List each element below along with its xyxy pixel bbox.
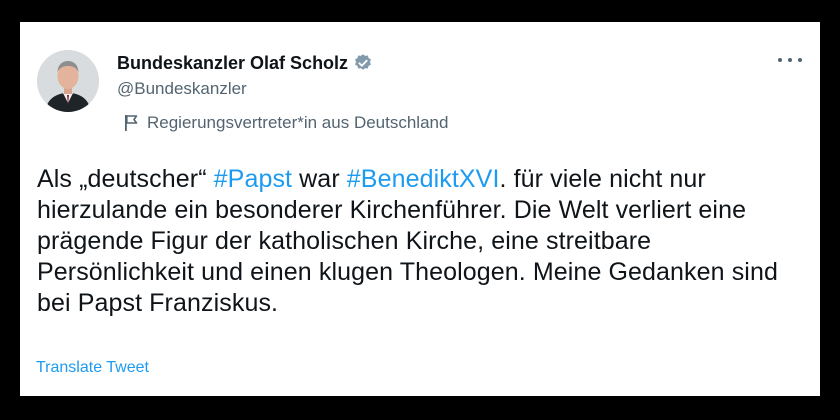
translate-tweet-link[interactable]: Translate Tweet [36,359,149,377]
more-options-icon[interactable] [778,52,802,68]
tweet-text-segment: Als „deutscher“ [37,165,214,193]
hashtag-link[interactable]: #Papst [214,165,292,193]
verified-badge-icon [353,53,373,73]
more-dot [798,58,802,62]
author-name-row: Bundeskanzler Olaf Scholz [117,51,373,75]
hashtag-link[interactable]: #BenediktXVI [347,165,500,193]
author-display-name[interactable]: Bundeskanzler Olaf Scholz [117,53,348,74]
tweet-text: Als „deutscher“ #Papst war #BenediktXVI.… [37,164,809,319]
tweet-card: Bundeskanzler Olaf Scholz @Bundeskanzler… [20,22,820,396]
more-dot [778,58,782,62]
avatar-portrait-icon [37,50,99,112]
tweet-text-segment: war [292,165,347,193]
more-dot [788,58,792,62]
flag-icon [123,114,139,132]
author-handle[interactable]: @Bundeskanzler [117,79,247,99]
affiliation-text: Regierungsvertreter*in aus Deutschland [147,113,449,132]
avatar[interactable] [37,50,99,112]
affiliation-label: Regierungsvertreter*in aus Deutschland [123,113,448,133]
